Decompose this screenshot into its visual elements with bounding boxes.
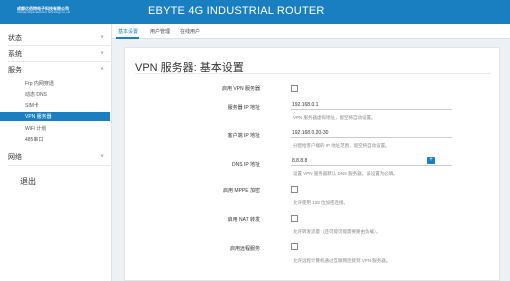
sidebar-group-system[interactable]: 系统 ∨ xyxy=(0,47,112,61)
top-header: 成都亿佰特电子科技有限公司 Chengdu Ebyte Electronic T… xyxy=(0,0,510,24)
sidebar-item-frp[interactable]: Frp 内网穿透 xyxy=(0,79,110,88)
enable-vpn-checkbox[interactable] xyxy=(291,85,298,92)
vpn-settings-panel: VPN 服务器: 基本设置 启用 VPN 服务器 服务器 IP 地址 VPN 服… xyxy=(124,47,500,281)
tab-basic-settings[interactable]: 基本设置 xyxy=(118,28,138,35)
sidebar-divider xyxy=(8,45,112,46)
sidebar-group-status[interactable]: 状态 ∨ xyxy=(0,31,112,45)
sidebar-group-label: 状态 xyxy=(8,35,22,42)
client-ip-hint: 分配给客户端的 IP 地址范围，留空将自动设置。 xyxy=(293,143,390,148)
sidebar-item-sim[interactable]: SIM卡 xyxy=(0,101,110,110)
title-divider xyxy=(135,73,491,74)
sidebar-group-network[interactable]: 网络 ∨ xyxy=(0,150,112,164)
sidebar-item-label: 485串口 xyxy=(25,137,44,143)
logout-link[interactable]: 退出 xyxy=(20,176,36,187)
sidebar-item-label: SIM卡 xyxy=(25,103,39,109)
remote-service-checkbox[interactable] xyxy=(291,243,298,250)
sidebar-item-ddns[interactable]: 动态 DNS xyxy=(0,90,110,99)
chevron-down-icon: ∨ xyxy=(100,34,104,40)
sidebar-divider xyxy=(8,165,112,166)
enable-nat-checkbox[interactable] xyxy=(291,215,298,222)
sidebar-item-wifi-schedule[interactable]: WiFi 计划 xyxy=(0,124,110,133)
chevron-down-icon: ∨ xyxy=(100,50,104,56)
tab-online-users[interactable]: 在线用户 xyxy=(180,28,200,35)
active-tab-indicator xyxy=(116,37,139,39)
sidebar-item-label: VPN 服务器 xyxy=(25,114,52,120)
server-ip-label: 服务器 IP 地址 xyxy=(227,105,260,111)
sidebar-group-service[interactable]: 服务 ∧ xyxy=(0,63,112,77)
company-logo: 成都亿佰特电子科技有限公司 Chengdu Ebyte Electronic T… xyxy=(17,6,109,14)
tab-bar: 基本设置 用户管理 在线用户 xyxy=(112,24,510,39)
company-name-en: Chengdu Ebyte Electronic Technology Co.,… xyxy=(17,11,70,14)
dns-ip-hint: 设置 VPN 服务器默认 DNS 服务器，该设置为必填。 xyxy=(293,171,398,176)
sidebar-item-label: WiFi 计划 xyxy=(25,126,47,132)
enable-vpn-label: 启用 VPN 服务器 xyxy=(221,86,260,92)
chevron-up-icon: ∧ xyxy=(100,66,104,72)
sidebar-divider xyxy=(8,61,112,62)
dns-ip-label: DNS IP 地址 xyxy=(232,162,260,168)
sidebar-item-label: Frp 内网穿透 xyxy=(25,81,54,87)
enable-nat-hint: 允许转发流量（还可能可能需要路由负载）。 xyxy=(293,229,381,234)
enable-mppe-checkbox[interactable] xyxy=(291,186,298,193)
enable-mppe-hint: 允许使用 128 位加密连接。 xyxy=(293,200,349,205)
client-ip-input[interactable] xyxy=(291,128,452,138)
sidebar-group-label: 系统 xyxy=(8,51,22,58)
server-ip-hint: VPN 服务器虚拟地址，留空将自动设置。 xyxy=(293,115,376,120)
add-dns-button[interactable]: + xyxy=(427,157,435,164)
sidebar: 状态 ∨ 系统 ∨ 服务 ∧ Frp 内网穿透 动态 DNS SIM卡 VPN … xyxy=(0,24,112,281)
sidebar-item-label: 动态 DNS xyxy=(25,92,47,98)
app-title: EBYTE 4G INDUSTRIAL ROUTER xyxy=(148,5,325,17)
remote-service-hint: 允许远程计算机通过互联网连接到 VPN 服务器。 xyxy=(293,258,391,263)
sidebar-item-vpn-server[interactable]: VPN 服务器 xyxy=(0,112,110,121)
sidebar-group-label: 网络 xyxy=(8,154,22,161)
remote-service-label: 启用远程服务 xyxy=(229,246,260,252)
enable-mppe-label: 启用 MPPE 加密 xyxy=(223,188,260,194)
sidebar-group-label: 服务 xyxy=(8,67,22,74)
client-ip-label: 客户端 IP 地址 xyxy=(227,133,260,139)
server-ip-input[interactable] xyxy=(291,100,452,110)
enable-nat-label: 启用 NAT 转发 xyxy=(227,217,260,223)
sidebar-item-485-serial[interactable]: 485串口 xyxy=(0,135,110,144)
chevron-down-icon: ∨ xyxy=(100,153,104,159)
tab-user-management[interactable]: 用户管理 xyxy=(150,28,170,35)
